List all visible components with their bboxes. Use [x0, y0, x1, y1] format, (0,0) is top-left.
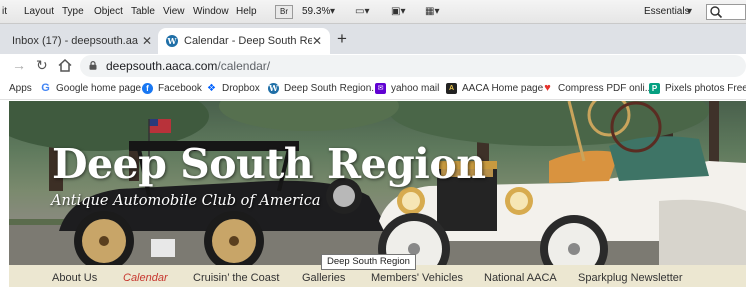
url-path: /calendar/ — [217, 59, 271, 73]
screen-mode-icon[interactable]: ▭▾ — [355, 6, 369, 17]
nav-galleries[interactable]: Galleries — [302, 272, 345, 284]
view-options-icon[interactable]: ▣▾ — [391, 6, 405, 17]
bookmark-label: Deep South Region... — [284, 83, 380, 94]
bookmark-label: Pixels photos Free — [665, 83, 746, 94]
facebook-icon: f — [142, 83, 153, 94]
pexels-icon: P — [649, 83, 660, 94]
bookmark-label: yahoo mail — [391, 83, 440, 94]
bridge-button[interactable]: Br — [275, 5, 293, 19]
menu-item-table[interactable]: Table — [131, 6, 155, 17]
new-tab-button[interactable]: + — [337, 29, 347, 49]
nav-national-aaca[interactable]: National AACA — [484, 272, 557, 284]
workspace-switcher[interactable]: Essentials — [644, 6, 690, 17]
menu-item-window[interactable]: Window — [193, 6, 229, 17]
wordpress-icon: W — [268, 83, 279, 94]
back-arrow-icon[interactable]: → — [12, 57, 26, 73]
dropbox-icon: ❖ — [207, 83, 216, 94]
home-icon[interactable] — [58, 59, 72, 72]
nav-about-us[interactable]: About Us — [52, 272, 97, 284]
menu-item-edit[interactable]: it — [2, 6, 7, 17]
app-menu-bar: it Layout Type Object Table View Window … — [0, 0, 746, 24]
tab-title: Calendar - Deep South Region — [184, 35, 312, 47]
nav-sparkplug-newsletter[interactable]: Sparkplug Newsletter — [578, 272, 683, 284]
bookmark-label: Apps — [9, 83, 32, 94]
url-host: deepsouth.aaca.com — [106, 59, 218, 73]
menu-item-layout[interactable]: Layout — [24, 6, 54, 17]
zoom-level[interactable]: 59.3% — [302, 6, 330, 17]
heart-icon: ♥ — [544, 82, 551, 94]
reload-icon[interactable]: ↻ — [36, 57, 48, 74]
menu-item-view[interactable]: View — [163, 6, 185, 17]
menu-item-object[interactable]: Object — [94, 6, 123, 17]
workspace-dropdown-icon[interactable]: ▾ — [687, 6, 692, 17]
address-bar[interactable]: deepsouth.aaca.com/calendar/ — [80, 55, 746, 77]
nav-cruisin-the-coast[interactable]: Cruisin’ the Coast — [193, 272, 279, 284]
aaca-icon: A — [446, 83, 457, 94]
browser-toolbar: → ↻ deepsouth.aaca.com/calendar/ — [0, 54, 746, 78]
close-icon[interactable]: ✕ — [142, 34, 152, 48]
yahoo-mail-icon: ✉ — [375, 83, 386, 94]
close-icon[interactable]: ✕ — [312, 34, 322, 48]
tab-title: Inbox (17) - deepsouth.aaca@gm — [12, 35, 138, 47]
arrange-documents-icon[interactable]: ▦▾ — [425, 6, 439, 17]
bookmarks-bar: Apps G Google home page f Facebook ❖ Dro… — [0, 78, 746, 100]
browser-tab-strip: Inbox (17) - deepsouth.aaca@gm ✕ W Calen… — [0, 24, 746, 54]
bookmark-label: Compress PDF onli... — [558, 83, 654, 94]
bookmark-label: Facebook — [158, 83, 202, 94]
tab-calendar[interactable]: W Calendar - Deep South Region ✕ — [158, 28, 330, 54]
google-icon: G — [41, 82, 50, 94]
url-text: deepsouth.aaca.com/calendar/ — [106, 59, 270, 73]
tab-inbox[interactable]: Inbox (17) - deepsouth.aaca@gm ✕ — [0, 28, 158, 54]
wordpress-icon: W — [166, 35, 178, 47]
site-tagline: Antique Automobile Club of America — [51, 193, 321, 209]
menu-item-type[interactable]: Type — [62, 6, 84, 17]
bookmark-label: Google home page — [56, 83, 142, 94]
bookmark-label: AACA Home page — [462, 83, 544, 94]
site-header-banner: Deep South Region Antique Automobile Clu… — [9, 101, 746, 265]
site-title[interactable]: Deep South Region — [52, 140, 486, 188]
bookmark-label: Dropbox — [222, 83, 260, 94]
nav-calendar[interactable]: Calendar — [123, 272, 168, 284]
link-tooltip: Deep South Region — [321, 254, 416, 270]
search-icon — [710, 6, 723, 19]
menu-item-help[interactable]: Help — [236, 6, 257, 17]
lock-icon — [89, 61, 97, 70]
zoom-dropdown-icon[interactable]: ▾ — [330, 6, 335, 17]
help-search-input[interactable] — [706, 4, 746, 20]
nav-members-vehicles[interactable]: Members' Vehicles — [371, 272, 463, 284]
